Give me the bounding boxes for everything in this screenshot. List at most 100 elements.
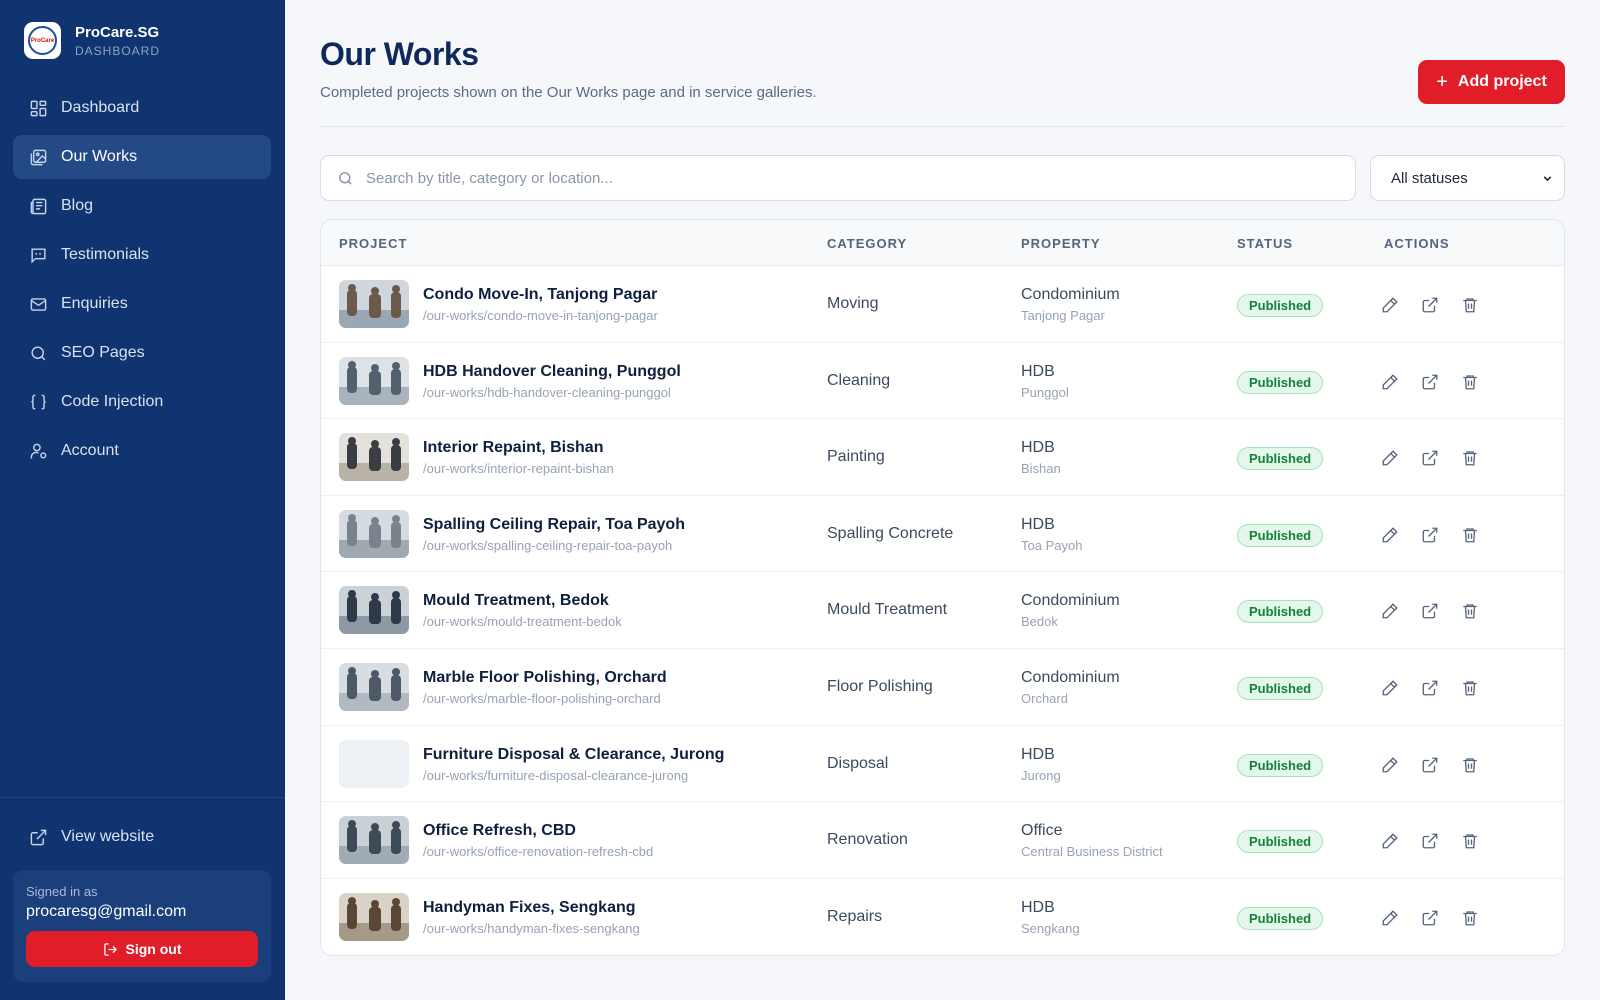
trash-icon (1463, 681, 1477, 696)
add-project-button[interactable]: + Add project (1418, 60, 1565, 104)
pencil-icon (1382, 450, 1398, 466)
property-type: Condominium (1021, 286, 1120, 303)
project-title[interactable]: Office Refresh, CBD (423, 822, 576, 840)
property-type: HDB (1021, 439, 1055, 457)
external-link-icon (1422, 450, 1438, 466)
table-row[interactable]: HDB Handover Cleaning, Punggol /our-work… (321, 343, 1564, 420)
project-title[interactable]: HDB Handover Cleaning, Punggol (423, 363, 681, 381)
project-title[interactable]: Condo Move-In, Tanjong Pagar (423, 286, 657, 304)
table-row[interactable]: Spalling Ceiling Repair, Toa Payoh /our-… (321, 496, 1564, 573)
edit-button[interactable] (1379, 294, 1401, 316)
project-thumbnail (339, 509, 409, 558)
table-row[interactable]: Condo Move-In, Tanjong Pagar /our-works/… (321, 266, 1564, 343)
sidebar-item-enquiries[interactable]: Enquiries (13, 282, 271, 326)
pencil-icon (1382, 680, 1398, 696)
plus-icon: + (1436, 70, 1448, 93)
delete-button[interactable] (1459, 371, 1481, 393)
status-filter-value: All statuses (1391, 169, 1468, 187)
delete-button[interactable] (1459, 294, 1481, 316)
table-row[interactable]: Office Refresh, CBD /our-works/office-re… (321, 802, 1564, 879)
delete-button[interactable] (1459, 447, 1481, 469)
view-website-link[interactable]: View website (27, 826, 154, 848)
edit-button[interactable] (1379, 907, 1401, 929)
trash-icon (1463, 757, 1477, 772)
sidebar-item-seo-pages[interactable]: SEO Pages (13, 331, 271, 375)
project-title[interactable]: Furniture Disposal & Clearance, Jurong (423, 746, 724, 764)
open-link-button[interactable] (1419, 294, 1441, 316)
sidebar-item-label: Testimonials (61, 246, 150, 263)
chevron-down-icon (1543, 175, 1552, 181)
project-title[interactable]: Marble Floor Polishing, Orchard (423, 669, 667, 687)
sidebar-item-blog[interactable]: Blog (13, 184, 271, 228)
project-category: Disposal (827, 754, 889, 772)
status-filter-select[interactable]: All statuses (1370, 155, 1565, 201)
delete-button[interactable] (1459, 524, 1481, 546)
sidebar-item-label: Dashboard (61, 99, 140, 116)
main-content: Our Works Completed projects shown on th… (285, 0, 1600, 1000)
delete-button[interactable] (1459, 907, 1481, 929)
search-input[interactable] (366, 169, 1326, 187)
sign-out-button[interactable]: Sign out (26, 931, 258, 967)
sidebar-item-code-injection[interactable]: Code Injection (13, 380, 271, 424)
status-badge: Published (1237, 676, 1324, 700)
sidebar-item-our-works[interactable]: Our Works (13, 135, 271, 179)
brand-name: ProCare.SG (75, 23, 160, 41)
status-badge: Published (1237, 294, 1324, 317)
edit-button[interactable] (1379, 830, 1401, 852)
edit-button[interactable] (1379, 524, 1401, 546)
project-path: /our-works/interior-repaint-bishan (423, 461, 614, 477)
open-link-button[interactable] (1419, 754, 1441, 776)
trash-icon (1463, 298, 1477, 313)
brand[interactable]: ProCare ProCare.SG DASHBOARD (24, 22, 160, 59)
delete-button[interactable] (1459, 754, 1481, 776)
open-link-button[interactable] (1419, 524, 1441, 546)
project-thumbnail (339, 280, 409, 328)
project-path: /our-works/furniture-disposal-clearance-… (423, 767, 689, 783)
brand-subtitle: DASHBOARD (75, 43, 161, 58)
sidebar-item-testimonials[interactable]: Testimonials (13, 233, 271, 277)
column-header-category[interactable]: CATEGORY (827, 236, 907, 251)
edit-button[interactable] (1379, 371, 1401, 393)
status-badge: Published (1237, 523, 1324, 547)
trash-icon (1463, 451, 1477, 466)
project-path: /our-works/spalling-ceiling-repair-toa-p… (423, 537, 673, 553)
sidebar-item-dashboard[interactable]: Dashboard (13, 86, 271, 130)
edit-button[interactable] (1379, 600, 1401, 622)
open-link-button[interactable] (1419, 371, 1441, 393)
sidebar-item-label: Our Works (61, 148, 138, 165)
delete-button[interactable] (1459, 830, 1481, 852)
external-link-icon (1422, 297, 1438, 313)
column-header-status[interactable]: STATUS (1237, 236, 1293, 251)
view-website-label: View website (61, 828, 155, 845)
sidebar-item-account[interactable]: Account (13, 429, 271, 473)
table-row[interactable]: Marble Floor Polishing, Orchard /our-wor… (321, 649, 1564, 726)
delete-button[interactable] (1459, 600, 1481, 622)
property-location: Jurong (1021, 767, 1061, 783)
open-link-button[interactable] (1419, 600, 1441, 622)
table-row[interactable]: Interior Repaint, Bishan /our-works/inte… (321, 419, 1564, 496)
open-link-button[interactable] (1419, 677, 1441, 699)
edit-button[interactable] (1379, 447, 1401, 469)
column-header-actions: ACTIONS (1384, 236, 1450, 251)
project-title[interactable]: Spalling Ceiling Repair, Toa Payoh (423, 516, 685, 534)
open-link-button[interactable] (1419, 830, 1441, 852)
open-link-button[interactable] (1419, 907, 1441, 929)
project-title[interactable]: Mould Treatment, Bedok (423, 592, 609, 610)
logo: ProCare (24, 22, 61, 59)
column-header-project[interactable]: PROJECT (339, 236, 407, 251)
sidebar-item-label: Account (61, 442, 119, 459)
delete-button[interactable] (1459, 677, 1481, 699)
external-link-icon (1422, 374, 1438, 390)
open-link-button[interactable] (1419, 447, 1441, 469)
table-row[interactable]: Mould Treatment, Bedok /our-works/mould-… (321, 572, 1564, 649)
project-thumbnail (339, 662, 409, 711)
edit-button[interactable] (1379, 677, 1401, 699)
external-link-icon (1422, 603, 1438, 619)
table-row[interactable]: Furniture Disposal & Clearance, Jurong /… (321, 726, 1564, 803)
project-title[interactable]: Interior Repaint, Bishan (423, 439, 603, 457)
table-row[interactable]: Handyman Fixes, Sengkang /our-works/hand… (321, 879, 1564, 955)
edit-button[interactable] (1379, 754, 1401, 776)
trash-icon (1463, 911, 1477, 926)
column-header-property[interactable]: PROPERTY (1021, 236, 1101, 251)
project-title[interactable]: Handyman Fixes, Sengkang (423, 899, 636, 917)
